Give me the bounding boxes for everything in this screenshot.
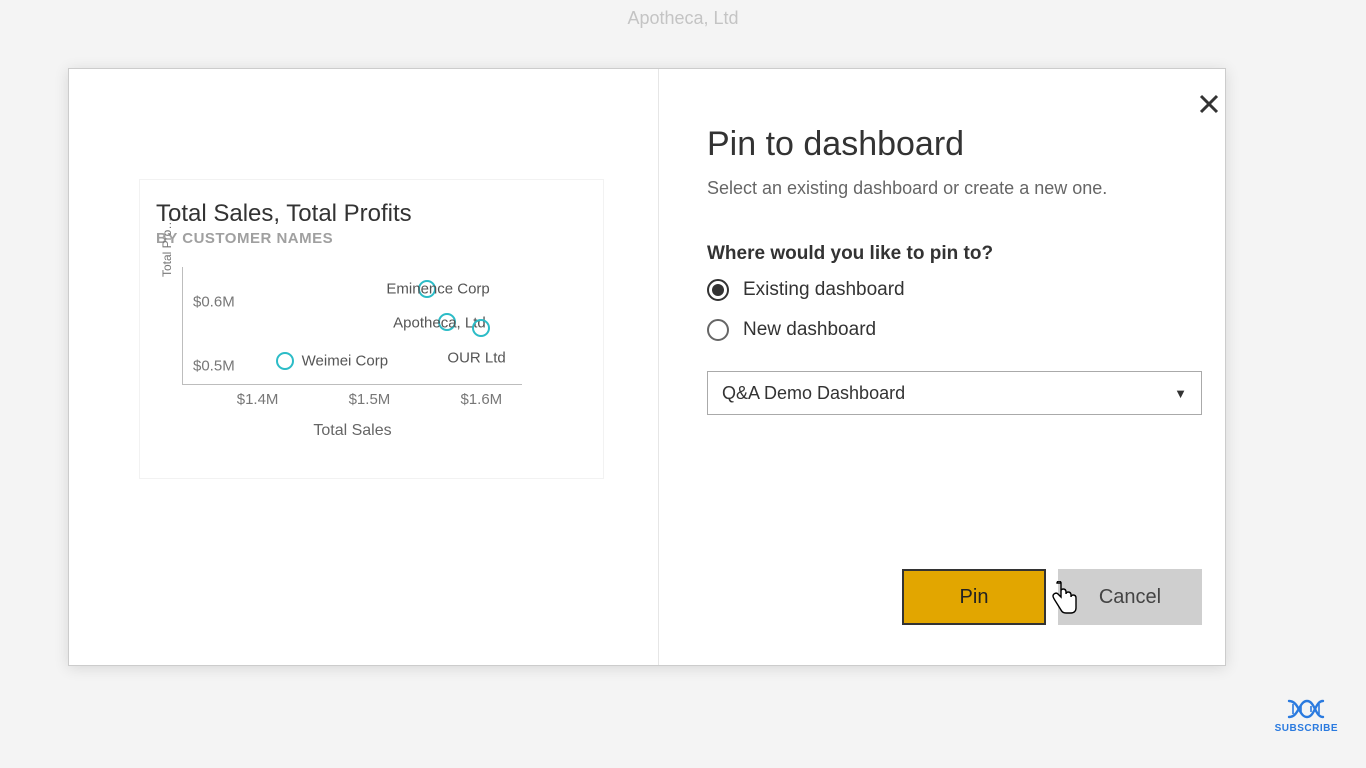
radio-unchecked-icon [707,319,729,341]
close-button[interactable] [1198,93,1220,120]
y-tick-label: $0.6M [193,294,235,311]
scatter-plot: $0.6M $0.5M $1.4M $1.5M $1.6M Total Sale… [182,267,522,385]
dna-icon [1287,697,1325,721]
dialog-title: Pin to dashboard [707,125,1202,164]
subscribe-badge[interactable]: SUBSCRIBE [1275,697,1338,734]
scatter-point-label: Eminence Corp [386,281,489,298]
chart-preview-tile: Total Sales, Total Profits BY CUSTOMER N… [139,179,604,479]
dashboard-select[interactable]: Q&A Demo Dashboard ▼ [707,371,1202,415]
background-faded-label: Apotheca, Ltd [627,8,738,29]
dashboard-select-value: Q&A Demo Dashboard [722,383,905,404]
dialog-form-pane: Pin to dashboard Select an existing dash… [659,69,1252,665]
chevron-down-icon: ▼ [1174,386,1187,401]
radio-label: New dashboard [743,319,876,341]
cancel-button[interactable]: Cancel [1058,569,1202,625]
chart-subtitle: BY CUSTOMER NAMES [156,230,587,247]
pin-to-dashboard-dialog: Total Sales, Total Profits BY CUSTOMER N… [68,68,1226,666]
scatter-point-label: OUR Ltd [447,350,505,367]
dialog-preview-pane: Total Sales, Total Profits BY CUSTOMER N… [69,69,659,665]
radio-label: Existing dashboard [743,279,905,301]
subscribe-label: SUBSCRIBE [1275,723,1338,734]
radio-checked-icon [707,279,729,301]
chart-plot-area: Total Pro… $0.6M $0.5M $1.4M $1.5M $1.6M… [182,267,587,385]
y-axis-title: Total Pro… [160,218,174,277]
radio-new-dashboard[interactable]: New dashboard [707,319,1202,341]
close-icon [1198,93,1220,115]
x-tick-label: $1.6M [460,391,502,408]
dialog-actions: Pin Cancel [902,569,1202,625]
pin-destination-question: Where would you like to pin to? [707,243,1202,265]
dialog-subtitle: Select an existing dashboard or create a… [707,178,1202,199]
pin-button[interactable]: Pin [902,569,1046,625]
radio-existing-dashboard[interactable]: Existing dashboard [707,279,1202,301]
scatter-point [276,352,294,370]
scatter-point [472,319,490,337]
x-tick-label: $1.4M [237,391,279,408]
x-tick-label: $1.5M [349,391,391,408]
scatter-point-label: Weimei Corp [302,352,388,369]
y-tick-label: $0.5M [193,358,235,375]
chart-title: Total Sales, Total Profits [156,200,587,228]
x-axis-title: Total Sales [313,422,391,440]
